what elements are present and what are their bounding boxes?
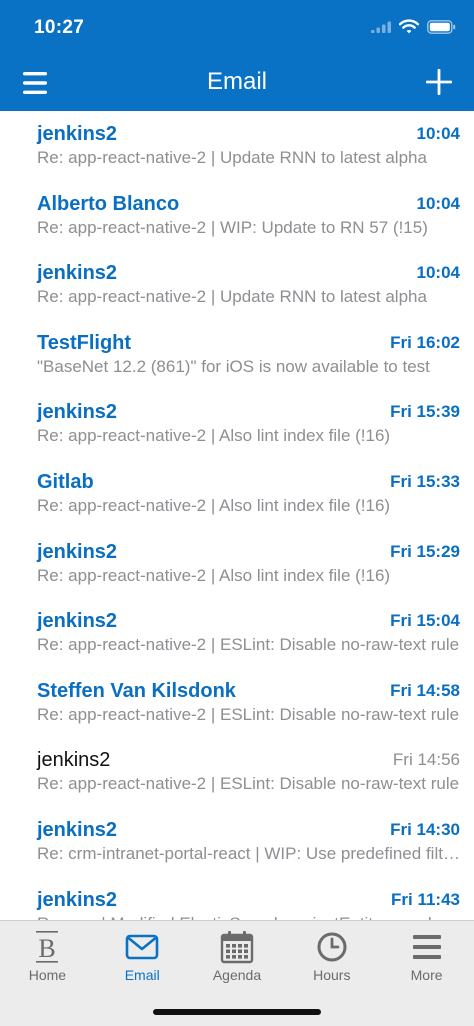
email-row[interactable]: jenkins2 10:04 Re: app-react-native-2 | Up…: [0, 250, 474, 320]
email-preview: Re: app-react-native-2 | Also lint index…: [37, 426, 391, 446]
email-row[interactable]: jenkins2 10:04 Re: app-react-native-2 | Up…: [0, 111, 474, 181]
email-preview: Re: app-react-native-2 | ESLint: Disable…: [37, 774, 460, 794]
email-row[interactable]: TestFlight Fri 16:02 "BaseNet 12.2 (861)" …: [0, 320, 474, 390]
cellular-signal-icon: [371, 21, 391, 33]
email-preview: Re: app-react-native-2 | Update RNN to l…: [37, 287, 427, 307]
email-sender: jenkins2: [37, 540, 118, 563]
email-row[interactable]: jenkins2 Fri 15:39 Re: app-react-native-2 …: [0, 389, 474, 459]
tab-label: Email: [124, 967, 160, 983]
email-time: Fri 15:33: [390, 471, 460, 491]
envelope-icon: [125, 930, 159, 964]
email-time: Fri 15:29: [390, 541, 460, 561]
tab-label: More: [410, 967, 443, 983]
tab-email[interactable]: Email: [95, 921, 190, 991]
email-time: Fri 14:56: [392, 750, 460, 770]
email-time: Fri 11:43: [391, 889, 460, 909]
email-list[interactable]: jenkins2 10:04 Re: app-react-native-2 | Up…: [0, 111, 474, 920]
email-sender: jenkins2: [37, 610, 118, 633]
email-preview: "BaseNet 12.2 (861)" for iOS is now avai…: [37, 356, 430, 376]
tab-hours[interactable]: Hours: [284, 921, 379, 991]
email-preview: Re: app-react-native-2 | ESLint: Disable…: [37, 635, 460, 655]
email-sender: jenkins2: [37, 749, 111, 772]
menu-icon: [410, 930, 444, 964]
compose-plus-icon[interactable]: [424, 67, 454, 97]
email-time: 10:04: [416, 263, 460, 283]
status-icons: [371, 19, 456, 34]
email-time: Fri 14:30: [390, 819, 460, 839]
email-sender: Gitlab: [37, 470, 94, 493]
email-preview: Re: app-react-native-2 | Also lint index…: [37, 495, 391, 515]
wifi-icon: [399, 19, 419, 34]
email-sender: TestFlight: [37, 331, 132, 354]
svg-text:B: B: [39, 934, 56, 963]
email-row[interactable]: jenkins2Fri 11:43Re: crm | Modified Elas…: [0, 877, 474, 920]
email-time: 10:04: [416, 193, 460, 213]
tab-agenda[interactable]: Agenda: [190, 921, 285, 991]
email-time: Fri 16:02: [390, 332, 460, 352]
email-row[interactable]: Alberto Blanco 10:04 Re: app-react-native-…: [0, 181, 474, 251]
email-time: Fri 14:58: [390, 680, 460, 700]
email-row[interactable]: Steffen Van Kilsdonk Fri 14:58 Re: app-rea…: [0, 668, 474, 738]
status-time: 10:27: [34, 17, 85, 38]
email-row[interactable]: jenkins2 Fri 15:04 Re: app-react-native-2 …: [0, 598, 474, 668]
battery-icon: [427, 19, 456, 34]
clock-icon: [315, 930, 349, 964]
calendar-icon: [220, 930, 254, 964]
page-title: Email: [206, 68, 267, 95]
status-bar: 10:27: [0, 0, 474, 56]
email-sender: Alberto Blanco: [37, 192, 180, 215]
app-header: 10:27 Email: [0, 0, 474, 111]
email-sender: jenkins2: [37, 262, 118, 285]
tab-home[interactable]: B Home: [0, 921, 95, 991]
email-preview: Re: app-react-native-2 | Also lint index…: [37, 565, 391, 585]
basenet-logo-icon: B: [30, 930, 64, 964]
email-preview: Re: app-react-native-2 | ESLint: Disable…: [37, 704, 460, 724]
email-sender: jenkins2: [37, 401, 118, 424]
email-row[interactable]: jenkins2 Fri 14:30 Re: crm-intranet-portal…: [0, 807, 474, 877]
email-row[interactable]: jenkins2 Fri 14:56 Re: app-react-native-2 …: [0, 737, 474, 807]
email-sender: jenkins2: [37, 888, 118, 911]
nav-bar: Email: [0, 56, 474, 111]
tab-label: Home: [28, 967, 67, 983]
email-time: Fri 15:39: [390, 402, 460, 422]
email-preview: Re: app-react-native-2 | Update RNN to l…: [37, 148, 427, 167]
email-time: 10:04: [416, 124, 460, 143]
tab-label: Agenda: [212, 967, 262, 983]
tab-more[interactable]: More: [379, 921, 474, 991]
email-row[interactable]: jenkins2 Fri 15:29 Re: app-react-native-2 …: [0, 529, 474, 599]
tab-label: Hours: [313, 967, 351, 983]
home-indicator: [153, 1009, 321, 1015]
email-row[interactable]: Gitlab Fri 15:33 Re: app-react-native-2 | …: [0, 459, 474, 529]
email-preview: Re: crm-intranet-portal-react | WIP: Use…: [37, 843, 461, 863]
email-preview: Re: app-react-native-2 | WIP: Update to …: [37, 217, 428, 237]
email-sender: jenkins2: [37, 818, 118, 841]
email-sender: Steffen Van Kilsdonk: [37, 679, 236, 702]
email-time: Fri 15:04: [390, 611, 460, 631]
email-sender: jenkins2: [37, 123, 118, 145]
